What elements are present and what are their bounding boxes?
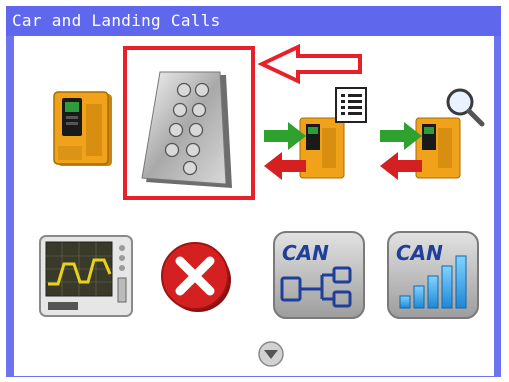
- elevator-drive-icon: [53, 91, 112, 166]
- close-icon: [161, 242, 231, 312]
- window-title: Car and Landing Calls: [6, 6, 501, 36]
- monitor-button[interactable]: [38, 234, 134, 318]
- can-signal-icon: CAN: [387, 231, 479, 319]
- close-button[interactable]: [158, 236, 234, 314]
- selection-highlight-box: [123, 46, 255, 200]
- can-signal-button[interactable]: CAN: [386, 230, 482, 322]
- oscilloscope-icon: [39, 235, 133, 317]
- transfer-search-icon: [380, 88, 485, 180]
- can-network-button[interactable]: CAN: [272, 230, 368, 322]
- scroll-down-button[interactable]: [257, 340, 285, 372]
- transfer-search-button[interactable]: [378, 84, 490, 194]
- can-signal-label: CAN: [396, 241, 443, 265]
- transfer-list-icon: [264, 87, 367, 180]
- can-network-label: CAN: [282, 241, 329, 265]
- drive-button[interactable]: [50, 90, 120, 170]
- pointer-arrow-icon: [257, 43, 368, 88]
- chevron-down-circle-icon: [258, 341, 284, 367]
- transfer-list-button[interactable]: [262, 84, 374, 194]
- can-network-icon: CAN: [273, 231, 365, 319]
